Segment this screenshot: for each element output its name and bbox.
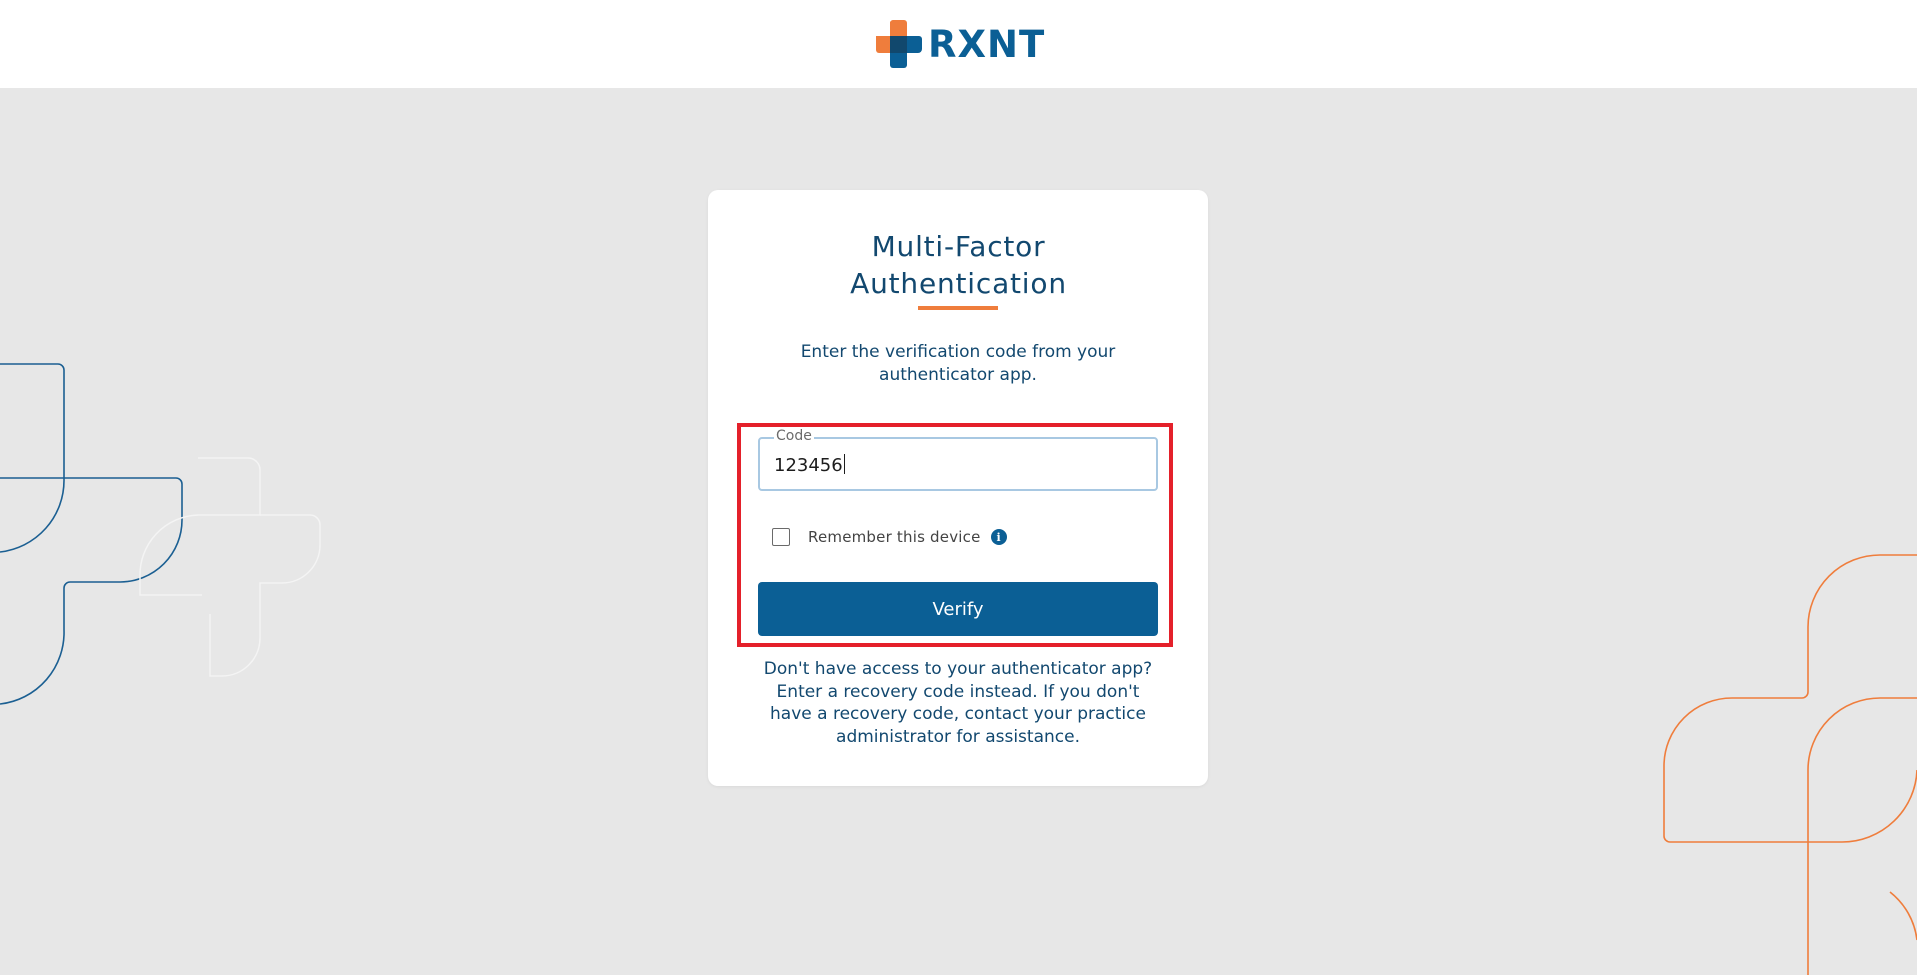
top-bar: RXNT [0, 0, 1917, 88]
verify-button[interactable]: Verify [758, 582, 1158, 636]
instruction-text: Enter the verification code from your au… [800, 342, 1116, 385]
cross-outline-decoration-right [1663, 554, 1917, 975]
title-underline [918, 306, 998, 310]
title-line-2: Authentication [850, 267, 1067, 300]
remember-device-checkbox[interactable] [772, 528, 790, 546]
code-input-value[interactable]: 123456 [774, 454, 845, 477]
recovery-help-text: Don't have access to your authenticator … [763, 659, 1153, 747]
logo-text: RXNT [928, 22, 1046, 66]
rxnt-logo: RXNT [874, 20, 1045, 68]
text-caret [843, 454, 845, 474]
remember-device-label[interactable]: Remember this device [808, 528, 981, 546]
rxnt-cross-logo-icon [876, 20, 922, 68]
remember-device-row: Remember this device i [772, 526, 1007, 548]
code-value-text: 123456 [774, 455, 843, 476]
info-icon[interactable]: i [990, 529, 1007, 545]
code-field[interactable]: Code 123456 [758, 428, 1158, 491]
code-field-label: Code [774, 428, 814, 444]
cross-outline-decoration-left [0, 363, 321, 705]
title-line-1: Multi-Factor [871, 230, 1046, 263]
page-title: Multi-Factor Authentication [0, 228, 1917, 302]
